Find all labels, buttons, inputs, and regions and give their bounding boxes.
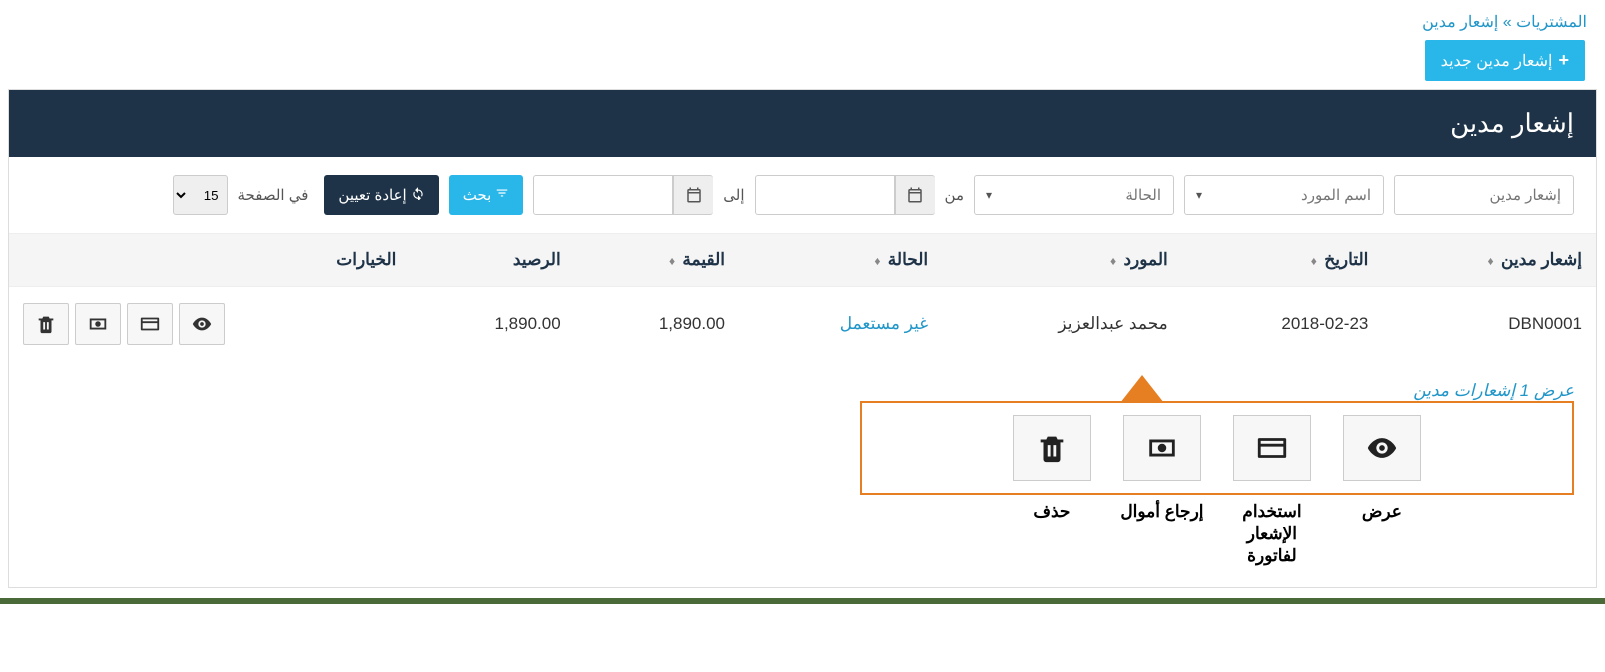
eye-icon	[1365, 431, 1399, 465]
callout-apply-button	[1233, 415, 1311, 481]
per-page-label: في الصفحة	[238, 186, 309, 204]
callout-arrow	[1120, 375, 1164, 403]
page-title: إشعار مدين	[9, 90, 1596, 157]
callout-annotation: حذف إرجاع أموال استخدام الإشعار لفاتورة …	[860, 401, 1574, 567]
col-id[interactable]: إشعار مدين ♦	[1382, 234, 1596, 287]
calendar-icon[interactable]	[895, 175, 935, 215]
callout-view-label: عرض	[1337, 501, 1427, 567]
delete-button[interactable]	[23, 303, 69, 345]
reset-label: إعادة تعيين	[338, 186, 406, 204]
card-icon	[1255, 431, 1289, 465]
search-label: بحث	[463, 186, 492, 204]
money-icon	[87, 313, 109, 335]
callout-apply-label: استخدام الإشعار لفاتورة	[1227, 501, 1317, 567]
sort-icon: ♦	[1311, 254, 1320, 268]
from-label: من	[945, 186, 964, 204]
bottom-divider	[0, 598, 1605, 604]
sort-icon: ♦	[874, 254, 883, 268]
callout-refund-button	[1123, 415, 1201, 481]
sort-icon: ♦	[1110, 254, 1119, 268]
cell-status: غير مستعمل	[739, 287, 942, 362]
date-to-input[interactable]	[533, 175, 673, 215]
date-from-input[interactable]	[755, 175, 895, 215]
callout-refund-label: إرجاع أموال	[1117, 501, 1207, 567]
col-options: الخيارات	[9, 234, 410, 287]
status-select[interactable]	[974, 175, 1174, 215]
col-amount[interactable]: القيمة ♦	[575, 234, 739, 287]
callout-delete-button	[1013, 415, 1091, 481]
new-button-label: إشعار مدين جديد	[1441, 51, 1553, 71]
eye-icon	[191, 313, 213, 335]
apply-credit-button[interactable]	[127, 303, 173, 345]
trash-icon	[35, 313, 57, 335]
filter-icon	[495, 186, 509, 204]
view-button[interactable]	[179, 303, 225, 345]
col-status[interactable]: الحالة ♦	[739, 234, 942, 287]
plus-icon: +	[1558, 50, 1569, 71]
main-panel: إشعار مدين من إلى بحث	[8, 89, 1597, 588]
card-icon	[139, 313, 161, 335]
cell-date: 2018-02-23	[1182, 287, 1383, 362]
calendar-icon[interactable]	[673, 175, 713, 215]
callout-delete-label: حذف	[1007, 501, 1097, 567]
per-page-select[interactable]: 15	[173, 175, 228, 215]
cell-amount: 1,890.00	[575, 287, 739, 362]
sort-icon: ♦	[669, 254, 678, 268]
breadcrumb-root[interactable]: المشتريات	[1516, 14, 1587, 31]
cell-id: DBN0001	[1382, 287, 1596, 362]
breadcrumb: المشتريات » إشعار مدين	[0, 0, 1605, 40]
col-supplier[interactable]: المورد ♦	[942, 234, 1182, 287]
sort-icon: ♦	[1488, 254, 1497, 268]
search-button[interactable]: بحث	[449, 175, 524, 215]
data-table: إشعار مدين ♦ التاريخ ♦ المورد ♦ الحالة ♦…	[9, 234, 1596, 361]
reset-icon	[411, 186, 425, 204]
cell-supplier: محمد عبدالعزيز	[942, 287, 1182, 362]
new-debit-note-button[interactable]: إشعار مدين جديد +	[1425, 40, 1585, 81]
callout-view-button	[1343, 415, 1421, 481]
money-icon	[1145, 431, 1179, 465]
breadcrumb-sep: »	[1503, 14, 1512, 31]
table-row: DBN0001 2018-02-23 محمد عبدالعزيز غير مس…	[9, 287, 1596, 362]
to-label: إلى	[723, 186, 744, 204]
search-id-input[interactable]	[1394, 175, 1574, 215]
trash-icon	[1035, 431, 1069, 465]
col-balance: الرصيد	[410, 234, 574, 287]
reset-button[interactable]: إعادة تعيين	[324, 175, 438, 215]
col-date[interactable]: التاريخ ♦	[1182, 234, 1383, 287]
filter-bar: من إلى بحث إعادة تعيين في الصفحة	[9, 157, 1596, 234]
supplier-select[interactable]	[1184, 175, 1384, 215]
cell-balance: 1,890.00	[410, 287, 574, 362]
breadcrumb-current: إشعار مدين	[1422, 14, 1498, 31]
refund-button[interactable]	[75, 303, 121, 345]
